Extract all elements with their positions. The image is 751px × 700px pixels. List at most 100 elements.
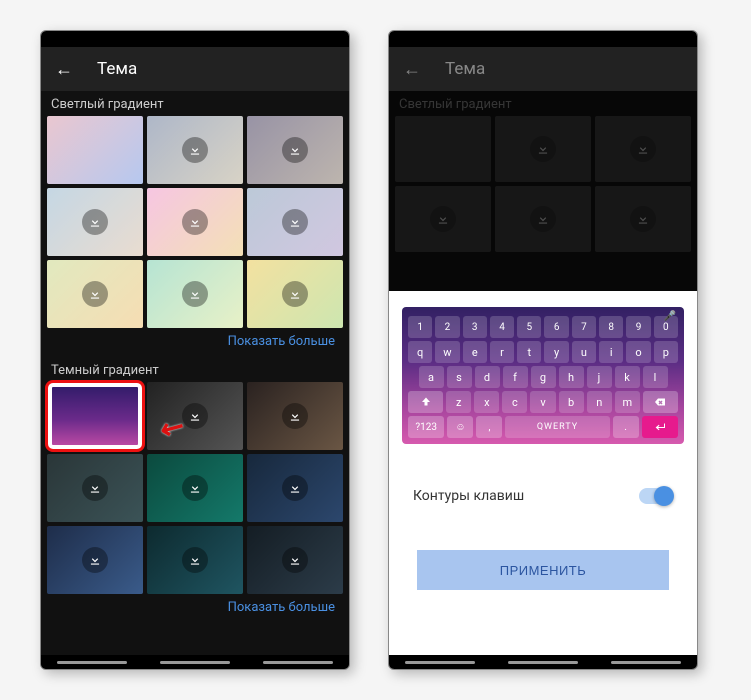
navigation-bar: [389, 655, 697, 669]
key-3[interactable]: 3: [463, 316, 487, 338]
content-area: Светлый градиент 🎤 1234567890 qwertyuiop…: [389, 91, 697, 669]
theme-tile[interactable]: [147, 188, 243, 256]
key-t[interactable]: t: [517, 341, 541, 363]
download-icon: [282, 547, 308, 573]
key-8[interactable]: 8: [599, 316, 623, 338]
theme-tile[interactable]: [247, 526, 343, 594]
theme-tile[interactable]: [247, 382, 343, 450]
key-backspace[interactable]: [643, 391, 678, 413]
key-v[interactable]: v: [530, 391, 555, 413]
key-space[interactable]: QWERTY: [505, 416, 609, 438]
theme-tile-selected[interactable]: [47, 382, 143, 450]
key-y[interactable]: y: [544, 341, 568, 363]
theme-tile[interactable]: [147, 260, 243, 328]
key-m[interactable]: m: [615, 391, 640, 413]
key-symbols[interactable]: ?123: [408, 416, 444, 438]
show-more-dark[interactable]: Показать больше: [41, 594, 349, 623]
key-c[interactable]: c: [502, 391, 527, 413]
back-icon[interactable]: ←: [55, 59, 73, 80]
key-w[interactable]: w: [435, 341, 459, 363]
theme-tile[interactable]: [247, 188, 343, 256]
key-6[interactable]: 6: [544, 316, 568, 338]
key-borders-label: Контуры клавиш: [413, 488, 524, 504]
download-icon: [82, 281, 108, 307]
key-shift[interactable]: [408, 391, 443, 413]
content-area: Светлый градиент Показать больше Темный …: [41, 91, 349, 669]
key-7[interactable]: 7: [572, 316, 596, 338]
theme-tile[interactable]: [147, 454, 243, 522]
key-s[interactable]: s: [447, 366, 472, 388]
download-icon: [282, 209, 308, 235]
mic-icon: 🎤: [664, 311, 676, 322]
key-x[interactable]: x: [474, 391, 499, 413]
key-i[interactable]: i: [599, 341, 623, 363]
key-f[interactable]: f: [503, 366, 528, 388]
key-period[interactable]: .: [613, 416, 639, 438]
show-more-light[interactable]: Показать больше: [41, 328, 349, 357]
key-h[interactable]: h: [559, 366, 584, 388]
apply-button[interactable]: ПРИМЕНИТЬ: [417, 550, 669, 590]
download-icon: [282, 281, 308, 307]
theme-tile[interactable]: [247, 116, 343, 184]
section-title-light: Светлый градиент: [41, 91, 349, 116]
key-q[interactable]: q: [408, 341, 432, 363]
key-r[interactable]: r: [490, 341, 514, 363]
key-g[interactable]: g: [531, 366, 556, 388]
light-gradient-grid: [41, 116, 349, 328]
theme-tile[interactable]: [147, 116, 243, 184]
download-icon: [82, 547, 108, 573]
key-e[interactable]: e: [463, 341, 487, 363]
key-u[interactable]: u: [572, 341, 596, 363]
keyboard-row-num: 1234567890: [408, 316, 678, 338]
key-enter[interactable]: [642, 416, 678, 438]
download-icon: [282, 475, 308, 501]
key-comma[interactable]: ,: [476, 416, 502, 438]
key-4[interactable]: 4: [490, 316, 514, 338]
key-k[interactable]: k: [615, 366, 640, 388]
download-icon: [182, 403, 208, 429]
key-l[interactable]: l: [643, 366, 668, 388]
theme-tile[interactable]: [47, 260, 143, 328]
dark-gradient-grid: [41, 382, 349, 594]
download-icon: [282, 403, 308, 429]
status-bar: [41, 31, 349, 47]
theme-tile[interactable]: [47, 454, 143, 522]
keyboard-row-3: zxcvbnm: [408, 391, 678, 413]
key-p[interactable]: p: [654, 341, 678, 363]
key-1[interactable]: 1: [408, 316, 432, 338]
download-icon: [82, 209, 108, 235]
key-9[interactable]: 9: [626, 316, 650, 338]
status-bar: [389, 31, 697, 47]
theme-tile[interactable]: [147, 382, 243, 450]
key-j[interactable]: j: [587, 366, 612, 388]
key-d[interactable]: d: [475, 366, 500, 388]
key-n[interactable]: n: [587, 391, 612, 413]
navigation-bar: [41, 655, 349, 669]
theme-tile[interactable]: [47, 188, 143, 256]
key-b[interactable]: b: [559, 391, 584, 413]
app-bar: ← Тема: [41, 47, 349, 91]
key-2[interactable]: 2: [435, 316, 459, 338]
key-emoji[interactable]: ☺: [447, 416, 473, 438]
section-title-dark: Темный градиент: [41, 357, 349, 382]
page-title: Тема: [97, 59, 137, 79]
key-borders-toggle[interactable]: [639, 488, 673, 504]
key-z[interactable]: z: [446, 391, 471, 413]
key-a[interactable]: a: [419, 366, 444, 388]
theme-tile[interactable]: [47, 116, 143, 184]
theme-tile[interactable]: [247, 260, 343, 328]
download-icon: [182, 281, 208, 307]
phone-left: ← Тема Светлый градиент Показать больше …: [40, 30, 350, 670]
app-bar: ← Тема: [389, 47, 697, 91]
theme-tile[interactable]: [47, 526, 143, 594]
theme-tile[interactable]: [147, 526, 243, 594]
theme-tile[interactable]: [247, 454, 343, 522]
key-o[interactable]: o: [626, 341, 650, 363]
download-icon: [82, 475, 108, 501]
keyboard-row-4: ?123 ☺ , QWERTY .: [408, 416, 678, 438]
key-5[interactable]: 5: [517, 316, 541, 338]
back-icon[interactable]: ←: [403, 59, 421, 80]
download-icon: [182, 209, 208, 235]
key-borders-row: Контуры клавиш: [403, 488, 683, 504]
page-title: Тема: [445, 59, 485, 79]
